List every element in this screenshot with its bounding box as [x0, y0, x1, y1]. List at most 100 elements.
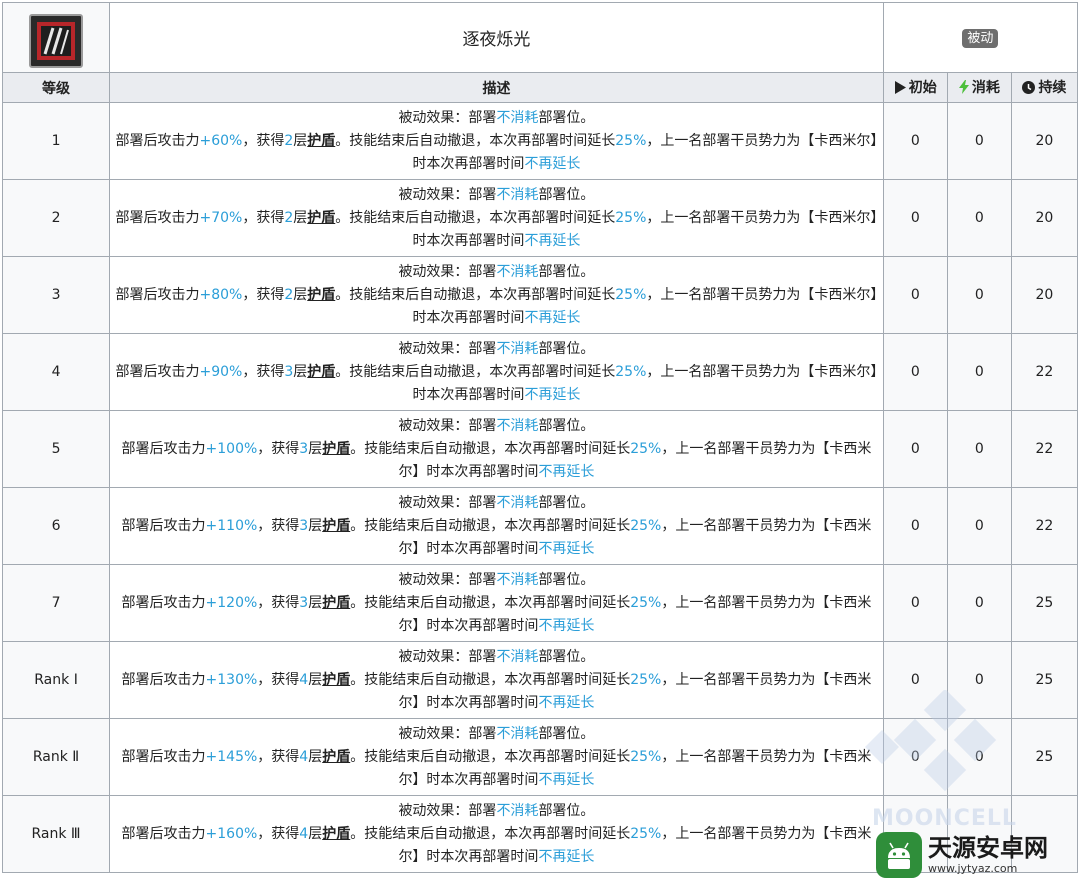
layer-unit: 层 [308, 825, 323, 842]
passive-tail: 部署位。 [538, 417, 595, 434]
retreat-text: 。技能结束后自动撤退，本次再部署时间延长 [335, 209, 616, 226]
no-consume-text: 不消耗 [496, 109, 539, 126]
duration-cell: 25 [1010, 718, 1079, 796]
col-header-duration: 持续 [1010, 72, 1079, 103]
skill-header-row: 逐夜烁光 被动 [1, 2, 1079, 73]
shield-link[interactable]: 护盾 [322, 672, 350, 688]
atk-label: 部署后攻击力 [121, 748, 206, 765]
shield-link[interactable]: 护盾 [322, 749, 350, 765]
shield-link[interactable]: 护盾 [307, 210, 335, 226]
col-header-cost-label: 消耗 [971, 80, 1000, 96]
description-cell: 被动效果：部署不消耗部署位。 部署后攻击力+145%，获得4层护盾。技能结束后自动… [109, 718, 884, 796]
no-consume-text: 不消耗 [496, 340, 539, 357]
duration-cell: 22 [1010, 410, 1079, 488]
no-consume-text: 不消耗 [496, 263, 539, 280]
retreat-text: 。技能结束后自动撤退，本次再部署时间延长 [335, 363, 616, 380]
layer-unit: 层 [293, 209, 308, 226]
table-row: 5 被动效果：部署不消耗部署位。 部署后攻击力+100%，获得3层护盾。技能结束后自… [1, 410, 1079, 488]
table-row: Rank Ⅱ 被动效果：部署不消耗部署位。 部署后攻击力+145%，获得4层护盾。技… [1, 718, 1079, 796]
skill-type-badge: 被动 [962, 29, 999, 48]
layers-value: 4 [299, 671, 309, 688]
level-cell: 5 [1, 410, 111, 488]
no-extend-text: 不再延长 [538, 463, 595, 480]
retreat-text: 。技能结束后自动撤退，本次再部署时间延长 [335, 286, 616, 303]
no-extend-text: 不再延长 [524, 386, 581, 403]
duration-cell: 22 [1010, 487, 1079, 565]
cost-cell: 0 [946, 256, 1012, 334]
extend-value: 25% [630, 825, 662, 842]
no-consume-text: 不消耗 [496, 417, 539, 434]
extend-value: 25% [615, 286, 647, 303]
initial-cell: 0 [882, 641, 948, 719]
initial-cell: 0 [882, 333, 948, 411]
layers-value: 2 [284, 286, 294, 303]
skill-name: 逐夜烁光 [462, 30, 531, 50]
shield-link[interactable]: 护盾 [322, 826, 350, 842]
layer-unit: 层 [308, 594, 323, 611]
passive-text: 被动效果：部署 [398, 648, 497, 665]
retreat-text: 。技能结束后自动撤退，本次再部署时间延长 [350, 748, 631, 765]
level-cell: 7 [1, 564, 111, 642]
extend-value: 25% [615, 132, 647, 149]
shield-link[interactable]: 护盾 [322, 595, 350, 611]
retreat-text: 。技能结束后自动撤退，本次再部署时间延长 [350, 594, 631, 611]
gain-label: ，获得 [242, 209, 285, 226]
layers-value: 2 [284, 132, 294, 149]
gain-label: ，获得 [257, 825, 300, 842]
description-cell: 被动效果：部署不消耗部署位。 部署后攻击力+120%，获得3层护盾。技能结束后自动… [109, 564, 884, 642]
description-cell: 被动效果：部署不消耗部署位。 部署后攻击力+110%，获得3层护盾。技能结束后自动… [109, 487, 884, 565]
initial-cell: 0 [882, 487, 948, 565]
layers-value: 3 [299, 594, 309, 611]
passive-text: 被动效果：部署 [398, 494, 497, 511]
passive-tail: 部署位。 [538, 648, 595, 665]
level-rows: 1 被动效果：部署不消耗部署位。 部署后攻击力+60%，获得2层护盾。技能结束后自动… [1, 102, 1079, 873]
no-extend-text: 不再延长 [538, 617, 595, 634]
layers-value: 3 [284, 363, 294, 380]
shield-link[interactable]: 护盾 [322, 441, 350, 457]
gain-label: ，获得 [242, 132, 285, 149]
duration-cell: 25 [1010, 564, 1079, 642]
shield-link[interactable]: 护盾 [307, 364, 335, 380]
retreat-text: 。技能结束后自动撤退，本次再部署时间延长 [350, 825, 631, 842]
gain-label: ，获得 [242, 363, 285, 380]
site-logo[interactable]: 天源安卓网 www.jytyaz.com [876, 828, 1080, 882]
layers-value: 4 [299, 748, 309, 765]
extend-value: 25% [615, 363, 647, 380]
table-row: 1 被动效果：部署不消耗部署位。 部署后攻击力+60%，获得2层护盾。技能结束后自动… [1, 102, 1079, 180]
level-cell: 6 [1, 487, 111, 565]
atk-value: +160% [205, 825, 258, 842]
no-extend-text: 不再延长 [524, 309, 581, 326]
col-header-initial: 初始 [882, 72, 948, 103]
skill-claw-icon [29, 13, 84, 68]
atk-label: 部署后攻击力 [121, 825, 206, 842]
passive-text: 被动效果：部署 [398, 725, 497, 742]
level-cell: Rank Ⅲ [1, 795, 111, 873]
site-brand: 天源安卓网 www.jytyaz.com [928, 834, 1048, 876]
layer-unit: 层 [308, 748, 323, 765]
shield-link[interactable]: 护盾 [307, 133, 335, 149]
layer-unit: 层 [308, 671, 323, 688]
atk-value: +80% [199, 286, 243, 303]
extend-value: 25% [615, 209, 647, 226]
duration-cell: 20 [1010, 179, 1079, 257]
retreat-text: 。技能结束后自动撤退，本次再部署时间延长 [350, 671, 631, 688]
table-row: Rank Ⅰ 被动效果：部署不消耗部署位。 部署后攻击力+130%，获得4层护盾。技… [1, 641, 1079, 719]
initial-cell: 0 [882, 102, 948, 180]
passive-tail: 部署位。 [538, 340, 595, 357]
retreat-text: 。技能结束后自动撤退，本次再部署时间延长 [335, 132, 616, 149]
layer-unit: 层 [293, 132, 308, 149]
atk-value: +110% [205, 517, 258, 534]
cost-cell: 0 [946, 564, 1012, 642]
no-consume-text: 不消耗 [496, 648, 539, 665]
shield-link[interactable]: 护盾 [307, 287, 335, 303]
no-extend-text: 不再延长 [538, 771, 595, 788]
no-consume-text: 不消耗 [496, 186, 539, 203]
extend-value: 25% [630, 517, 662, 534]
atk-label: 部署后攻击力 [115, 286, 200, 303]
clock-icon [1022, 81, 1036, 98]
gain-label: ，获得 [257, 671, 300, 688]
shield-link[interactable]: 护盾 [322, 518, 350, 534]
no-consume-text: 不消耗 [496, 494, 539, 511]
atk-label: 部署后攻击力 [121, 440, 206, 457]
atk-label: 部署后攻击力 [115, 363, 200, 380]
